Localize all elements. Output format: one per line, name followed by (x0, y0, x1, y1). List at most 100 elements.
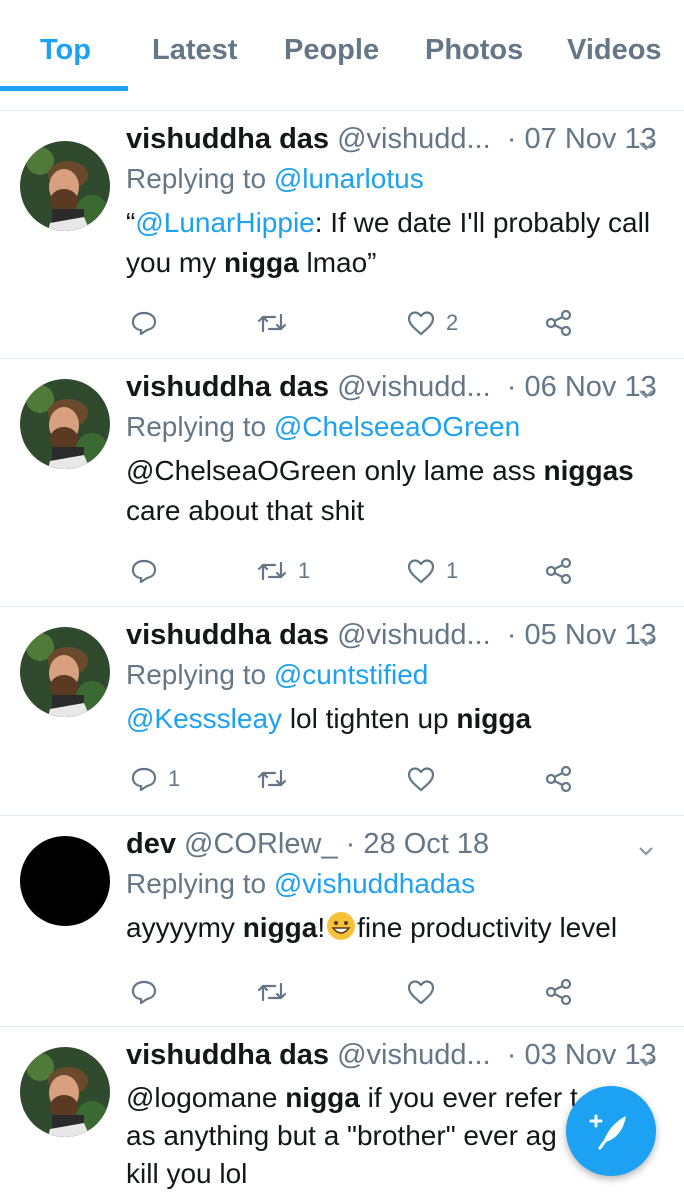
reply-button[interactable] (130, 978, 168, 1006)
tweet[interactable]: vishuddha das @vishudd... · 05 Nov 13 Re… (0, 607, 684, 816)
share-button[interactable] (544, 557, 574, 585)
like-button[interactable]: 1 (406, 557, 458, 585)
reply-icon (130, 978, 158, 1006)
separator: · (498, 123, 517, 155)
retweet-icon (256, 557, 288, 585)
avatar[interactable] (20, 627, 110, 717)
tab-photos[interactable]: Photos (425, 34, 523, 67)
like-icon (406, 309, 436, 337)
caret-down-icon[interactable] (636, 836, 656, 869)
tweet-actions: 1 (126, 765, 586, 801)
share-button[interactable] (544, 978, 574, 1006)
tab-people[interactable]: People (284, 34, 379, 67)
share-icon (544, 978, 574, 1006)
caret-down-icon[interactable] (636, 379, 656, 412)
display-name[interactable]: vishuddha das (126, 123, 329, 155)
replying-mention[interactable]: @lunarlotus (274, 163, 424, 194)
search-tabs: Top Latest People Photos Videos (0, 0, 684, 93)
tweet-actions: 1 1 (126, 557, 586, 593)
retweet-button[interactable] (256, 978, 298, 1006)
tweet[interactable]: vishuddha das @vishudd... · 06 Nov 13 Re… (0, 359, 684, 607)
reply-button[interactable]: 1 (130, 765, 180, 793)
reply-button[interactable] (130, 309, 168, 337)
like-button[interactable] (406, 978, 446, 1006)
share-icon (544, 309, 574, 337)
text-bold: nigga (224, 247, 299, 278)
text-bold: niggas (543, 455, 634, 486)
like-button[interactable]: 2 (406, 309, 458, 337)
display-name[interactable]: dev (126, 828, 176, 860)
share-icon (544, 557, 574, 585)
mention-link[interactable]: @LunarHippie (135, 207, 314, 238)
retweet-icon (256, 309, 288, 337)
tweet-date[interactable]: 28 Oct 18 (363, 828, 489, 860)
replying-prefix: Replying to (126, 163, 267, 194)
retweet-count: 1 (298, 558, 311, 583)
text-part: @ChelseaOGreen only lame ass (126, 455, 544, 486)
replying-mention[interactable]: @cuntstified (274, 659, 429, 690)
text-part: lol tighten up (282, 703, 457, 734)
mention-link[interactable]: @Kesssleay (126, 703, 282, 734)
separator: · (498, 371, 517, 403)
tweet-text: @Kesssleay lol tighten up nigga (126, 699, 670, 739)
tweet-header: vishuddha das @vishudd... · 07 Nov 13 (126, 123, 670, 163)
replying-to: Replying to @ChelseeaOGreen (126, 411, 670, 451)
retweet-button[interactable] (256, 765, 298, 793)
text-part: “ (126, 207, 136, 238)
avatar[interactable] (20, 141, 110, 231)
tweet-header: vishuddha das @vishudd... · 03 Nov 13 (126, 1039, 670, 1079)
tweet-text: @ChelseaOGreen only lame ass niggas care… (126, 451, 670, 531)
replying-to: Replying to @lunarlotus (126, 163, 670, 203)
avatar[interactable] (20, 379, 110, 469)
caret-down-icon[interactable] (636, 131, 656, 164)
tweet-header: vishuddha das @vishudd... · 05 Nov 13 (126, 619, 670, 659)
reply-icon (130, 557, 158, 585)
username[interactable]: @vishudd... (337, 1039, 491, 1071)
like-button[interactable] (406, 765, 446, 793)
caret-down-icon[interactable] (636, 1047, 656, 1080)
replying-prefix: Replying to (126, 659, 267, 690)
tab-latest[interactable]: Latest (152, 34, 237, 67)
username[interactable]: @CORlew_ (184, 828, 338, 860)
avatar[interactable] (20, 1047, 110, 1137)
display-name[interactable]: vishuddha das (126, 1039, 329, 1071)
tweet-text: ayyyymy nigga! fine productivity level (126, 908, 670, 948)
username[interactable]: @vishudd... (337, 123, 491, 155)
username[interactable]: @vishudd... (337, 619, 491, 651)
tab-top[interactable]: Top (40, 34, 91, 67)
text-bold: nigga (242, 912, 318, 943)
avatar[interactable] (20, 836, 110, 926)
like-icon (406, 978, 436, 1006)
text-part: care about that shit (126, 495, 365, 526)
tweet-actions: 2 (126, 309, 586, 345)
tweet[interactable]: vishuddha das @vishudd... · 07 Nov 13 Re… (0, 111, 684, 359)
like-count: 1 (446, 558, 459, 583)
share-button[interactable] (544, 765, 574, 793)
reply-button[interactable] (130, 557, 168, 585)
replying-mention[interactable]: @vishuddhadas (274, 868, 475, 899)
separator: · (345, 828, 356, 860)
separator: · (498, 619, 517, 651)
text-part: fine productivity level (357, 912, 618, 943)
replying-prefix: Replying to (126, 411, 267, 442)
grinning-emoji-icon (327, 912, 356, 940)
replying-prefix: Replying to (126, 868, 267, 899)
username[interactable]: @vishudd... (337, 371, 491, 403)
retweet-button[interactable]: 1 (256, 557, 310, 585)
separator: · (498, 1039, 517, 1071)
replying-mention[interactable]: @ChelseeaOGreen (274, 411, 520, 442)
display-name[interactable]: vishuddha das (126, 619, 329, 651)
tweet[interactable]: dev @CORlew_ · 28 Oct 18 Replying to @vi… (0, 816, 684, 1027)
display-name[interactable]: vishuddha das (126, 371, 329, 403)
retweet-icon (256, 978, 288, 1006)
tab-videos[interactable]: Videos (567, 34, 662, 67)
text-part: lmao” (298, 247, 377, 278)
timeline-gap (0, 92, 684, 111)
caret-down-icon[interactable] (636, 627, 656, 660)
retweet-button[interactable] (256, 309, 298, 337)
text-part: if you ever refer t (359, 1082, 578, 1113)
text-bold: nigga (456, 703, 532, 734)
like-icon (406, 557, 436, 585)
compose-tweet-button[interactable] (566, 1086, 656, 1176)
share-button[interactable] (544, 309, 574, 337)
